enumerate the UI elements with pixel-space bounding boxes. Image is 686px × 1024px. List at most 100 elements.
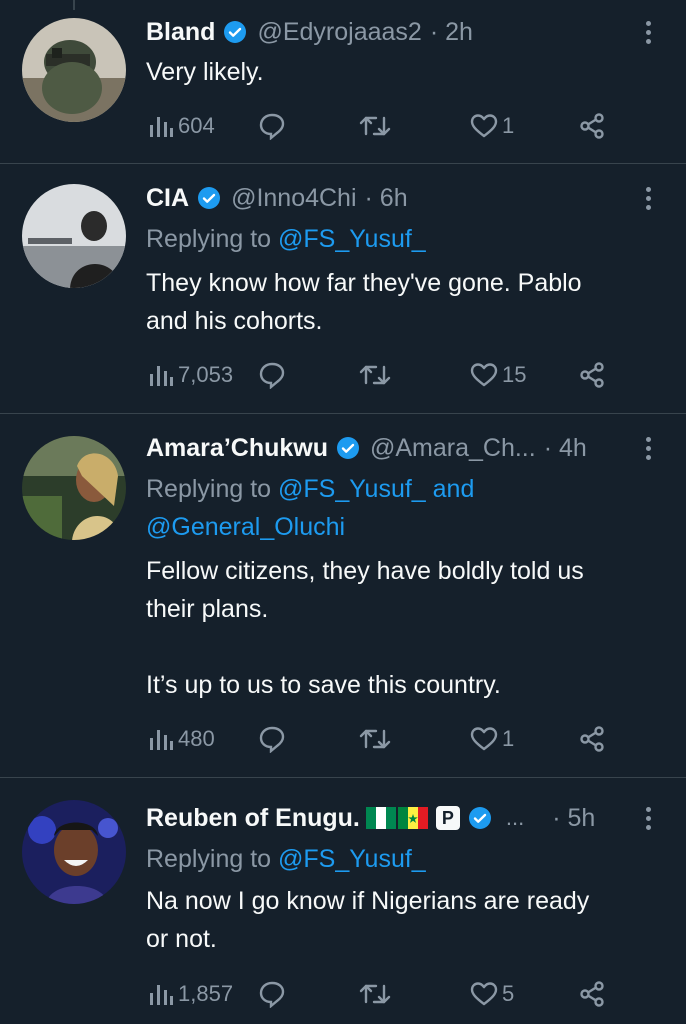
like-count: 15 <box>502 362 527 387</box>
heart-icon <box>470 114 498 138</box>
retweet-button[interactable] <box>358 358 396 392</box>
avatar[interactable] <box>22 184 126 288</box>
avatar[interactable] <box>22 800 126 904</box>
verified-badge-icon <box>197 186 221 210</box>
like-count: 1 <box>502 113 515 138</box>
like-count: 5 <box>502 981 515 1006</box>
tweet-header: Bland @Edyrojaaas2 · 2h <box>146 15 636 49</box>
views-button[interactable]: 7,053 <box>148 358 233 392</box>
views-button[interactable]: 1,857 <box>148 977 233 1011</box>
share-icon <box>580 113 604 139</box>
tweet-header: CIA @Inno4Chi · 6h <box>146 181 636 215</box>
like-button[interactable]: 15 <box>470 358 526 392</box>
analytics-icon <box>150 985 173 1005</box>
mention-link[interactable]: @FS_Yusuf_ and <box>278 475 474 503</box>
views-count: 604 <box>178 113 215 138</box>
tweet[interactable]: Reuben of Enugu. P ... · 5h Replying to … <box>0 778 686 1024</box>
share-button[interactable] <box>578 977 606 1011</box>
mention-link[interactable]: @FS_Yusuf_ <box>278 845 426 873</box>
retweet-icon <box>359 116 391 136</box>
heart-icon <box>470 727 498 751</box>
user-handle[interactable]: @Inno4Chi <box>231 184 356 213</box>
reply-button[interactable] <box>258 977 286 1011</box>
replying-to: Replying to @FS_Yusuf_ <box>146 220 426 258</box>
user-handle[interactable]: @Amara_Ch... <box>370 434 536 463</box>
reply-icon <box>259 113 285 140</box>
timestamp[interactable]: · 5h <box>552 804 595 833</box>
views-button[interactable]: 604 <box>148 109 215 143</box>
share-icon <box>580 362 604 388</box>
timestamp[interactable]: · 4h <box>544 434 587 463</box>
retweet-button[interactable] <box>358 109 396 143</box>
share-icon <box>580 726 604 752</box>
nigeria-flag-icon <box>365 807 396 829</box>
analytics-icon <box>150 366 173 386</box>
avatar[interactable] <box>22 436 126 540</box>
analytics-icon <box>150 730 173 750</box>
timestamp[interactable]: · 6h <box>365 184 408 213</box>
tweet-actions: 604 1 <box>148 109 618 143</box>
tweet-actions: 480 1 <box>148 722 618 756</box>
tweet-text: Na now I go know if Nigerians are ready … <box>146 887 590 953</box>
more-options-icon[interactable] <box>638 431 658 465</box>
replying-to-label: Replying to <box>146 845 279 873</box>
tweet-actions: 7,053 15 <box>148 358 618 392</box>
like-count: 1 <box>502 726 515 751</box>
verified-badge-icon <box>468 806 492 830</box>
display-name[interactable]: Reuben of Enugu. <box>146 804 360 833</box>
share-button[interactable] <box>578 358 606 392</box>
mention-link[interactable]: @General_Oluchi <box>146 513 345 541</box>
tweet-header: Amara’Chukwu @Amara_Ch... · 4h <box>146 431 636 465</box>
retweet-icon <box>359 365 391 385</box>
tweet-actions: 1,857 5 <box>148 977 618 1011</box>
tweet[interactable]: Bland @Edyrojaaas2 · 2h Very likely. 604… <box>0 0 686 164</box>
more-options-icon[interactable] <box>638 801 658 835</box>
share-button[interactable] <box>578 722 606 756</box>
tweet-header: Reuben of Enugu. P ... · 5h <box>146 801 636 835</box>
views-count: 1,857 <box>178 981 234 1006</box>
timestamp[interactable]: · 2h <box>430 18 473 47</box>
replying-to: Replying to @FS_Yusuf_ <box>146 840 426 878</box>
retweet-button[interactable] <box>358 977 396 1011</box>
heart-icon <box>470 982 498 1006</box>
replying-to: Replying to @FS_Yusuf_ and @General_Oluc… <box>146 470 474 546</box>
reply-button[interactable] <box>258 109 286 143</box>
reply-icon <box>259 362 285 389</box>
more-options-icon[interactable] <box>638 181 658 215</box>
display-name[interactable]: CIA <box>146 184 189 213</box>
p-badge-icon: P <box>435 806 460 830</box>
retweet-button[interactable] <box>358 722 396 756</box>
reply-button[interactable] <box>258 722 286 756</box>
display-name[interactable]: Bland <box>146 18 215 47</box>
heart-icon <box>470 363 498 387</box>
reply-icon <box>259 981 285 1008</box>
tweet[interactable]: CIA @Inno4Chi · 6h Replying to @FS_Yusuf… <box>0 164 686 414</box>
views-button[interactable]: 480 <box>148 722 215 756</box>
user-handle[interactable]: ... <box>506 805 524 831</box>
like-button[interactable]: 1 <box>470 109 514 143</box>
tweet-text: Fellow citizens, they have boldly told u… <box>146 557 584 699</box>
analytics-icon <box>150 117 173 137</box>
verified-badge-icon <box>223 20 247 44</box>
user-handle[interactable]: @Edyrojaaas2 <box>257 18 421 47</box>
replying-to-label: Replying to <box>146 475 279 503</box>
share-icon <box>580 981 604 1007</box>
display-name[interactable]: Amara’Chukwu <box>146 434 328 463</box>
tweet-text: Very likely. <box>146 58 264 86</box>
like-button[interactable]: 5 <box>470 977 514 1011</box>
retweet-icon <box>359 984 391 1004</box>
tweet-text: They know how far they've gone. Pablo an… <box>146 269 582 335</box>
tweet[interactable]: Amara’Chukwu @Amara_Ch... · 4h Replying … <box>0 414 686 778</box>
verified-badge-icon <box>336 436 360 460</box>
reply-icon <box>259 726 285 753</box>
senegal-flag-icon <box>397 807 428 829</box>
views-count: 480 <box>178 726 215 751</box>
mention-link[interactable]: @FS_Yusuf_ <box>278 225 426 253</box>
share-button[interactable] <box>578 109 606 143</box>
like-button[interactable]: 1 <box>470 722 514 756</box>
views-count: 7,053 <box>178 362 234 387</box>
more-options-icon[interactable] <box>638 15 658 49</box>
reply-button[interactable] <box>258 358 286 392</box>
avatar[interactable] <box>22 18 126 122</box>
replying-to-label: Replying to <box>146 225 279 253</box>
